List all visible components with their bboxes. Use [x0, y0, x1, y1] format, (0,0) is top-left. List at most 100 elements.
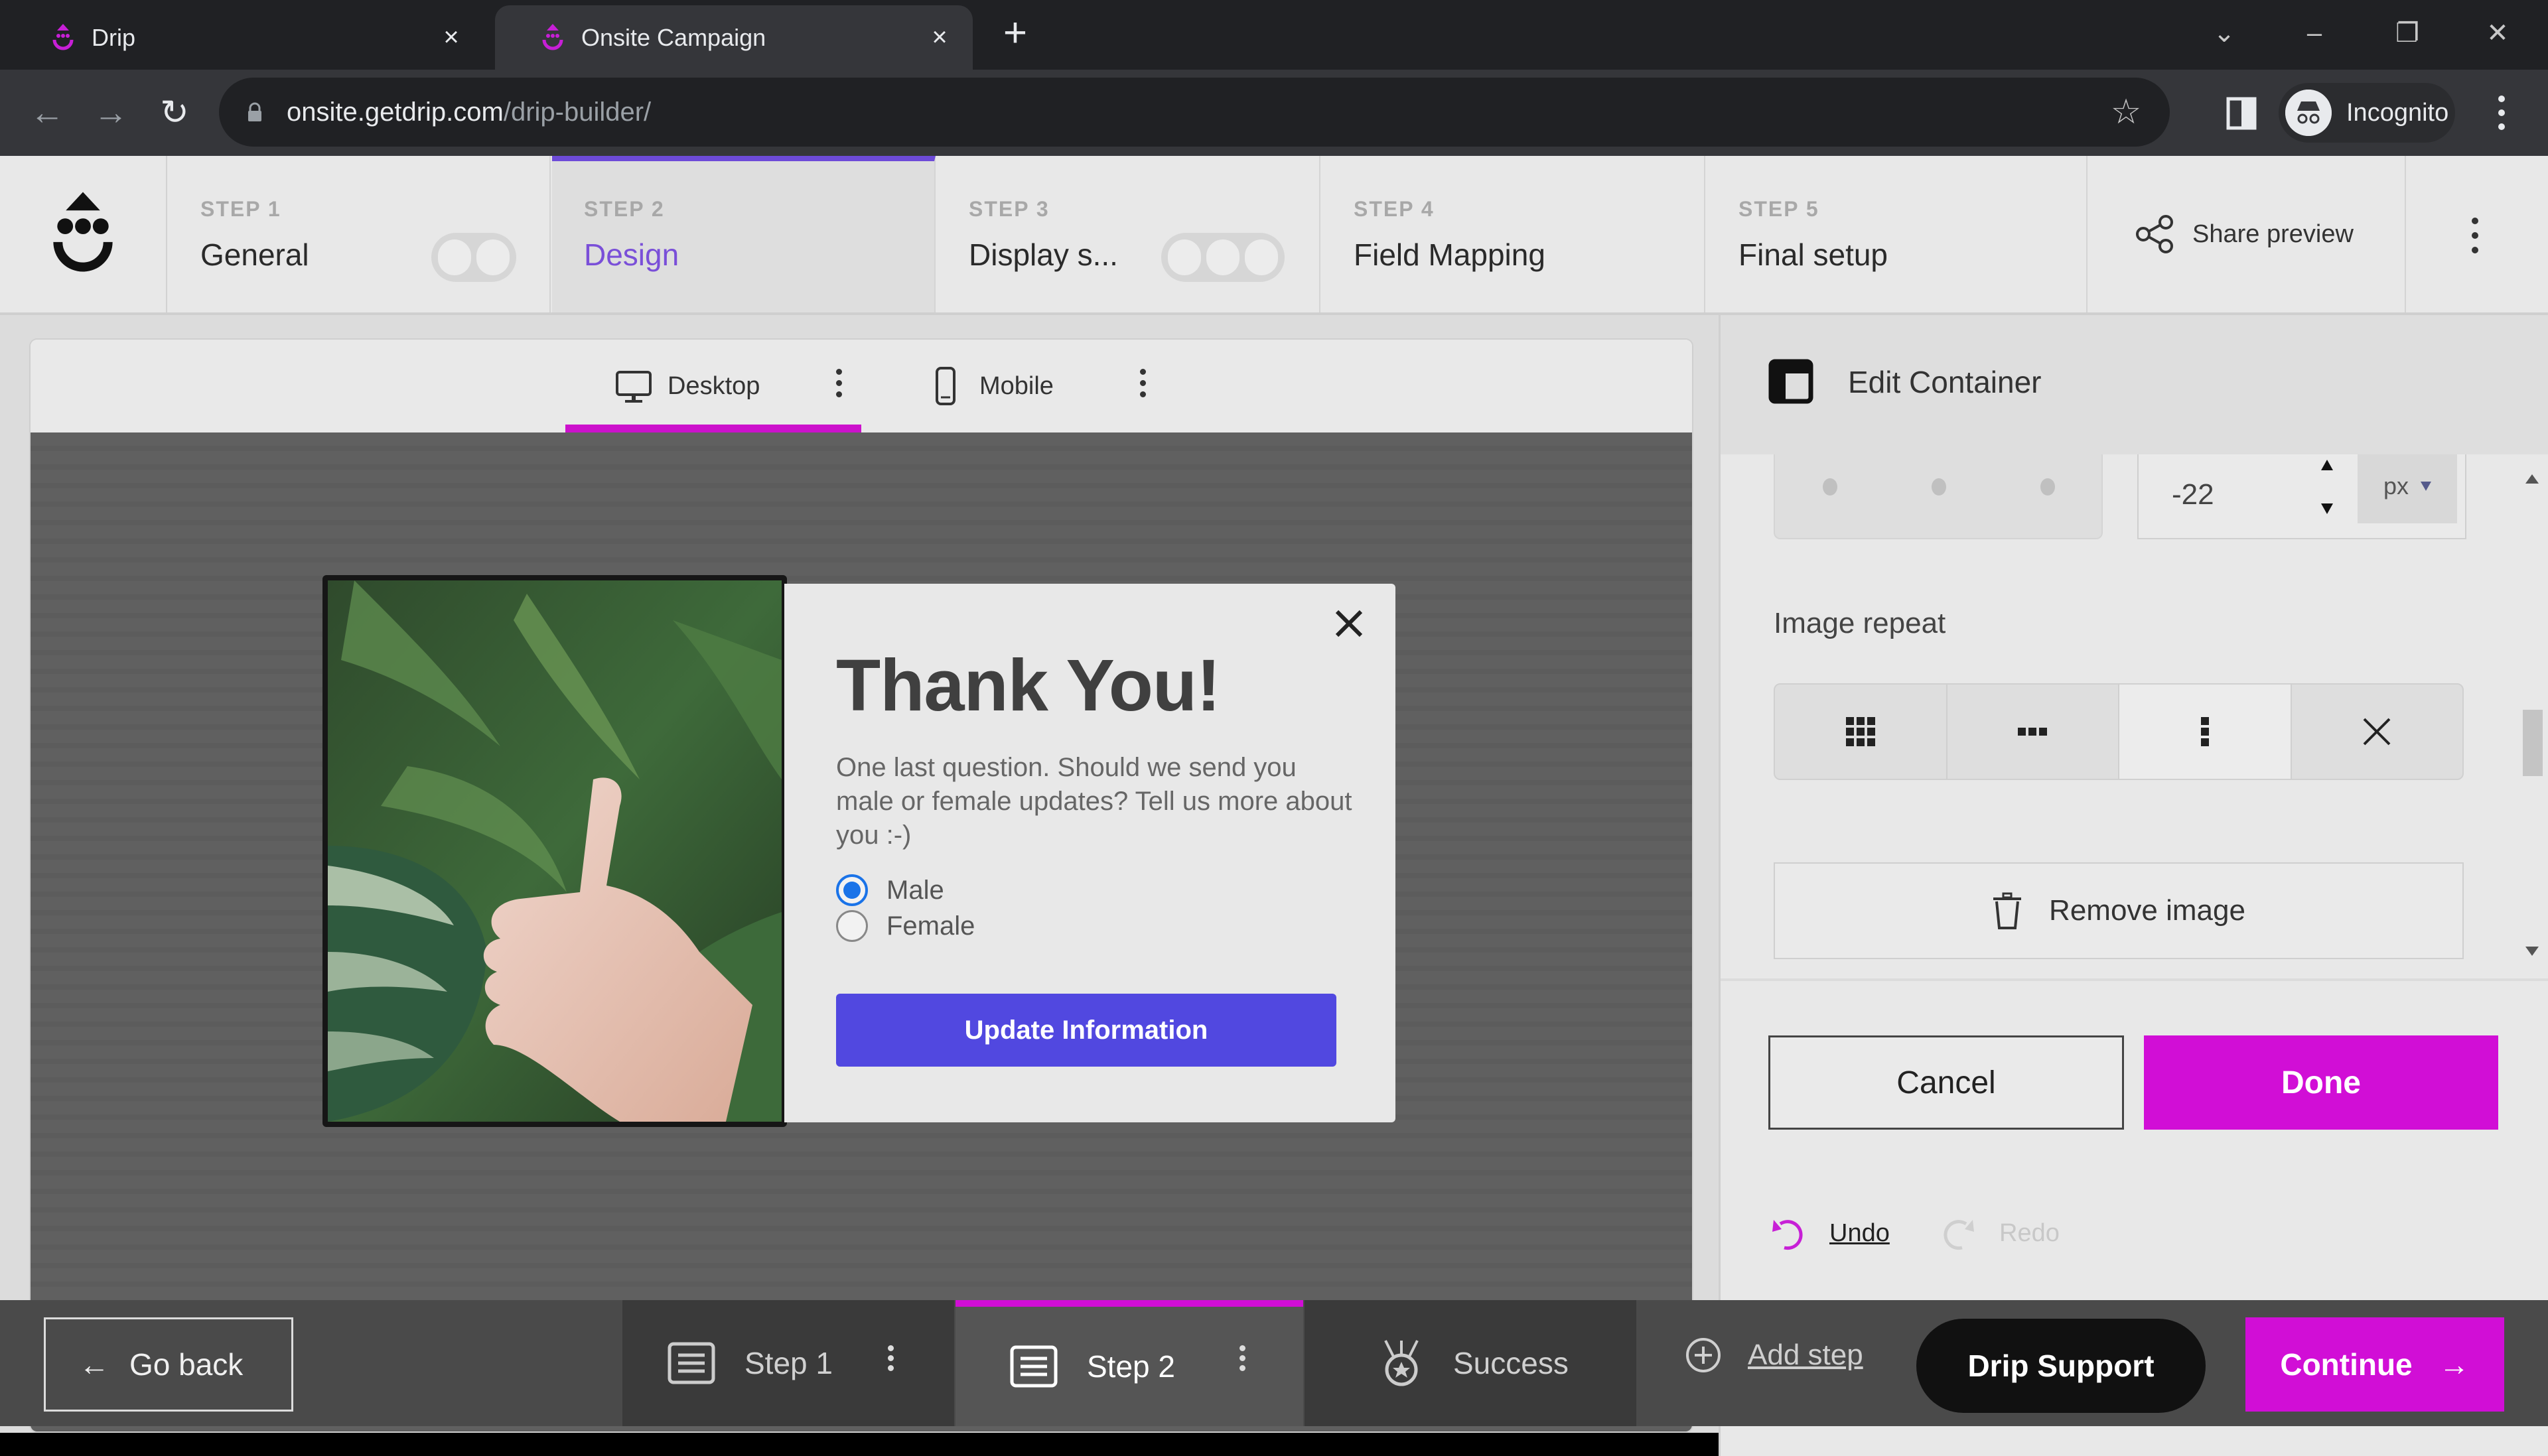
- radio-button[interactable]: [836, 910, 868, 942]
- drip-support-button[interactable]: Drip Support: [1916, 1319, 2206, 1413]
- header-step-design[interactable]: STEP 2 Design: [552, 156, 936, 312]
- radio-button[interactable]: [836, 874, 868, 906]
- incognito-profile-button[interactable]: Incognito: [2279, 83, 2455, 143]
- tab-label: Desktop: [668, 371, 760, 400]
- chevron-down-icon: [2421, 482, 2432, 491]
- browser-toolbar: ← → ↻ onsite.getdrip.com /drip-builder/ …: [0, 70, 2548, 156]
- repeat-vertical-icon: [2200, 717, 2209, 746]
- background-position-picker[interactable]: [1774, 454, 2103, 539]
- window-close-icon[interactable]: ✕: [2471, 13, 2524, 53]
- position-dot[interactable]: [2040, 478, 2055, 496]
- position-dot[interactable]: [1823, 478, 1837, 496]
- radio-option-female[interactable]: Female: [836, 910, 975, 942]
- continue-button[interactable]: Continue →: [2245, 1317, 2504, 1412]
- container-layout-icon: [1768, 359, 1813, 404]
- tab-search-icon[interactable]: ⌄: [2198, 13, 2251, 53]
- design-canvas[interactable]: Thank You! One last question. Should we …: [31, 432, 1692, 1431]
- panel-title: Edit Container: [1848, 365, 2042, 399]
- url-host: onsite.getdrip.com: [287, 97, 504, 127]
- unit-select[interactable]: px: [2358, 454, 2457, 523]
- done-button[interactable]: Done: [2144, 1035, 2498, 1130]
- flow-step-1[interactable]: Step 1: [622, 1300, 954, 1426]
- side-panel-icon[interactable]: [2224, 94, 2259, 133]
- radio-option-male[interactable]: Male: [836, 874, 944, 906]
- step-options-icon[interactable]: [885, 1341, 896, 1381]
- undo-button[interactable]: Undo: [1770, 1215, 1890, 1252]
- share-preview-button[interactable]: Share preview: [2088, 156, 2406, 312]
- modal-description: One last question. Should we send you ma…: [836, 753, 1352, 850]
- success-badge-icon: [1384, 1340, 1419, 1386]
- scroll-down-icon[interactable]: [2525, 947, 2539, 956]
- radio-label: Male: [886, 875, 944, 905]
- tab-desktop[interactable]: Desktop: [614, 340, 760, 432]
- repeat-y-button[interactable]: [2119, 685, 2292, 779]
- step-number: STEP 4: [1354, 197, 1435, 221]
- step-number: STEP 3: [969, 197, 1050, 221]
- decrement-icon[interactable]: [2321, 503, 2333, 514]
- offset-input[interactable]: -22 px: [2137, 454, 2466, 539]
- step-status-toggle[interactable]: [1161, 233, 1285, 282]
- go-back-button[interactable]: ← Go back: [44, 1317, 293, 1412]
- add-step-button[interactable]: Add step: [1685, 1337, 1863, 1373]
- flow-step-success[interactable]: Success: [1305, 1300, 1636, 1426]
- close-tab-icon[interactable]: ×: [431, 23, 471, 52]
- step-name: Display s...: [969, 237, 1118, 272]
- undo-label: Undo: [1829, 1219, 1890, 1247]
- image-repeat-label: Image repeat: [1774, 607, 1946, 639]
- browser-tab-drip[interactable]: Drip ×: [5, 5, 484, 70]
- position-dot[interactable]: [1932, 478, 1946, 496]
- active-tab-indicator: [565, 425, 861, 432]
- header-step-display-settings[interactable]: STEP 3 Display s...: [937, 156, 1320, 312]
- more-options-icon[interactable]: [2455, 209, 2495, 262]
- share-preview-label: Share preview: [2192, 220, 2354, 248]
- increment-icon[interactable]: [2321, 460, 2333, 470]
- browser-menu-icon[interactable]: [2482, 90, 2521, 136]
- go-back-label: Go back: [129, 1347, 244, 1382]
- tab-mobile[interactable]: Mobile: [926, 340, 1054, 432]
- step-name: General: [200, 237, 309, 272]
- header-step-final-setup[interactable]: STEP 5 Final setup: [1707, 156, 2088, 312]
- repeat-x-button[interactable]: [1947, 685, 2119, 779]
- minimize-icon[interactable]: –: [2288, 13, 2341, 53]
- step-number: STEP 1: [200, 197, 281, 221]
- step-options-icon[interactable]: [1237, 1341, 1247, 1381]
- repeat-horizontal-icon: [2018, 728, 2048, 736]
- drip-builder-app: STEP 1 General STEP 2 Design STEP 3 Disp…: [0, 156, 2548, 1456]
- desktop-options-icon[interactable]: [832, 364, 845, 410]
- reload-icon[interactable]: ↻: [151, 90, 198, 136]
- address-bar[interactable]: onsite.getdrip.com /drip-builder/ ☆: [219, 78, 2170, 147]
- panel-scrollbar[interactable]: [2515, 454, 2548, 978]
- scrollbar-thumb[interactable]: [2523, 710, 2543, 776]
- trash-icon: [1993, 892, 2022, 929]
- modal-close-icon[interactable]: [1330, 605, 1368, 642]
- scroll-up-icon[interactable]: [2525, 474, 2539, 484]
- drip-logo-icon[interactable]: [0, 156, 167, 312]
- offset-value[interactable]: -22: [2172, 478, 2214, 511]
- redo-button[interactable]: Redo: [1940, 1215, 2060, 1252]
- flow-step-2[interactable]: Step 2: [956, 1300, 1303, 1426]
- arrow-right-icon: →: [2439, 1347, 2470, 1382]
- update-information-button[interactable]: Update Information: [836, 994, 1336, 1067]
- restore-icon[interactable]: ❐: [2381, 13, 2434, 53]
- modal-image[interactable]: [322, 575, 787, 1127]
- unit-value: px: [2383, 472, 2409, 499]
- bookmark-star-icon[interactable]: ☆: [2107, 94, 2145, 131]
- cancel-button[interactable]: Cancel: [1768, 1035, 2124, 1130]
- mobile-icon: [936, 367, 956, 405]
- forward-icon[interactable]: →: [88, 90, 134, 136]
- edit-container-panel: Edit Container -22 px Image repeat Remov…: [1719, 315, 2548, 1456]
- browser-tab-onsite-campaign[interactable]: Onsite Campaign ×: [495, 5, 973, 70]
- back-icon[interactable]: ←: [24, 90, 70, 136]
- repeat-both-button[interactable]: [1775, 685, 1947, 779]
- new-tab-button[interactable]: +: [995, 13, 1035, 54]
- tab-label: Mobile: [979, 371, 1054, 400]
- close-tab-icon[interactable]: ×: [920, 23, 959, 52]
- no-repeat-button[interactable]: [2292, 685, 2463, 779]
- mobile-options-icon[interactable]: [1136, 364, 1149, 410]
- header-step-general[interactable]: STEP 1 General: [169, 156, 551, 312]
- step-name: Field Mapping: [1354, 237, 1545, 272]
- header-step-field-mapping[interactable]: STEP 4 Field Mapping: [1322, 156, 1705, 312]
- device-view-tabs: Desktop Mobile: [31, 340, 1692, 432]
- remove-image-button[interactable]: Remove image: [1774, 862, 2464, 959]
- step-status-toggle[interactable]: [431, 233, 516, 282]
